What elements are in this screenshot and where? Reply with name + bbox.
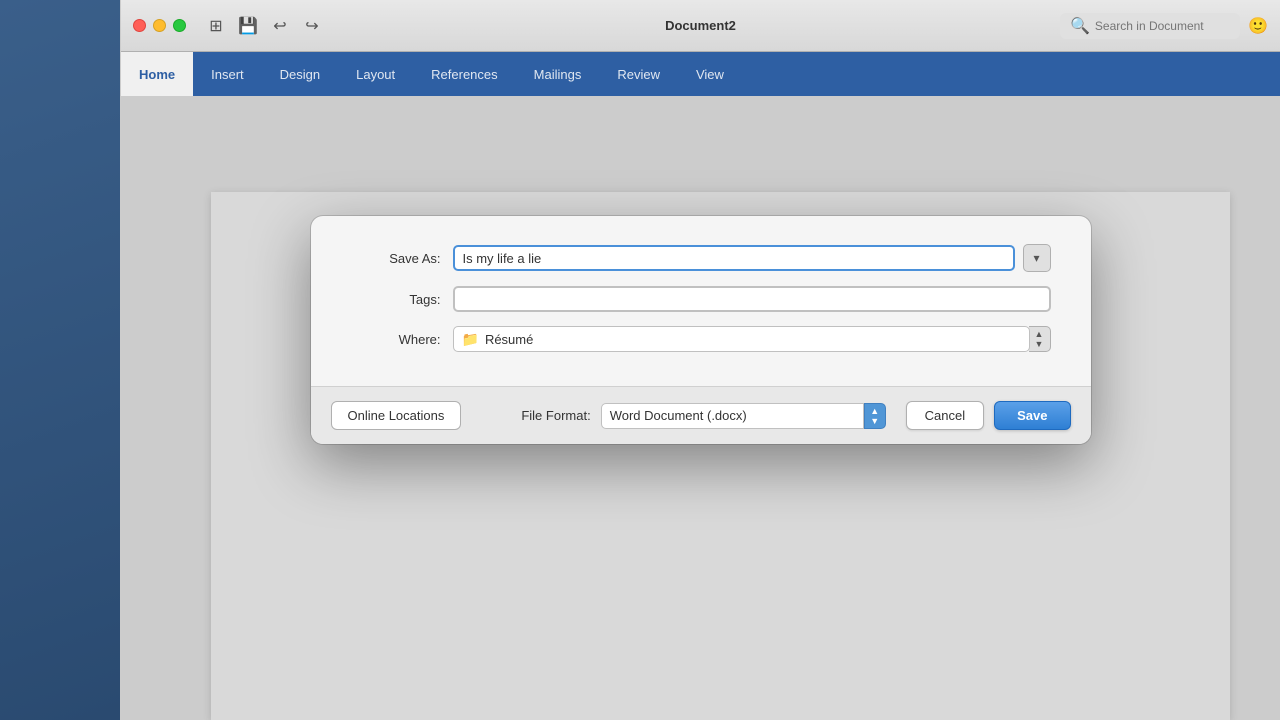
title-bar-right: 🔍 🙂 xyxy=(1060,13,1268,39)
search-icon: 🔍 xyxy=(1070,16,1090,36)
dialog-actions: Cancel Save xyxy=(906,401,1071,430)
mac-window: ⊞ 💾 ↩ ↪ Document2 🔍 🙂 Home Insert Design xyxy=(120,0,1280,720)
tab-design[interactable]: Design xyxy=(262,52,338,96)
dialog-bottom: Online Locations File Format: Word Docum… xyxy=(311,386,1091,444)
format-stepper[interactable]: ▲ ▼ xyxy=(864,403,886,429)
tab-mailings[interactable]: Mailings xyxy=(516,52,600,96)
window-title: Document2 xyxy=(665,18,736,33)
format-chevron-down-icon: ▼ xyxy=(870,416,879,426)
close-button[interactable] xyxy=(133,19,146,32)
online-locations-button[interactable]: Online Locations xyxy=(331,401,462,430)
tab-review[interactable]: Review xyxy=(599,52,678,96)
file-format-label: File Format: xyxy=(521,408,590,423)
save-as-label: Save As: xyxy=(351,251,441,266)
tab-layout[interactable]: Layout xyxy=(338,52,413,96)
format-chevron-up-icon: ▲ xyxy=(870,406,879,416)
format-select[interactable]: Word Document (.docx) xyxy=(601,403,864,429)
traffic-lights xyxy=(133,19,186,32)
save-as-row: Save As: ▾ xyxy=(351,244,1051,272)
maximize-button[interactable] xyxy=(173,19,186,32)
toolbar-icons: ⊞ 💾 ↩ ↪ xyxy=(206,16,322,36)
tags-label: Tags: xyxy=(351,292,441,307)
search-bar[interactable]: 🔍 xyxy=(1060,13,1240,39)
cancel-label: Cancel xyxy=(925,408,965,423)
notebook-icon[interactable]: ⊞ xyxy=(206,16,226,36)
dialog-overlay: Save As: ▾ Tags: Where: xyxy=(121,96,1280,720)
dialog-main: Save As: ▾ Tags: Where: xyxy=(311,216,1091,386)
expand-button[interactable]: ▾ xyxy=(1023,244,1051,272)
save-icon[interactable]: 💾 xyxy=(238,16,258,36)
save-label: Save xyxy=(1017,408,1047,423)
tags-input[interactable] xyxy=(453,286,1051,312)
where-row: Where: 📁 Résumé ▲ ▼ xyxy=(351,326,1051,352)
format-select-wrapper: Word Document (.docx) ▲ ▼ xyxy=(601,403,886,429)
chevron-up-icon: ▲ xyxy=(1035,329,1044,339)
smiley-icon[interactable]: 🙂 xyxy=(1248,16,1268,36)
tab-insert[interactable]: Insert xyxy=(193,52,262,96)
save-dialog: Save As: ▾ Tags: Where: xyxy=(311,216,1091,444)
cancel-button[interactable]: Cancel xyxy=(906,401,984,430)
where-select[interactable]: 📁 Résumé xyxy=(453,326,1030,352)
redo-icon[interactable]: ↪ xyxy=(302,16,322,36)
ribbon: Home Insert Design Layout References Mai… xyxy=(121,52,1280,96)
minimize-button[interactable] xyxy=(153,19,166,32)
undo-icon[interactable]: ↩ xyxy=(270,16,290,36)
tab-home[interactable]: Home xyxy=(121,52,193,96)
tab-references[interactable]: References xyxy=(413,52,515,96)
document-area: Save As: ▾ Tags: Where: xyxy=(121,96,1280,720)
tags-row: Tags: xyxy=(351,286,1051,312)
where-stepper[interactable]: ▲ ▼ xyxy=(1029,326,1051,352)
format-value: Word Document (.docx) xyxy=(610,408,747,423)
search-input[interactable] xyxy=(1095,19,1230,33)
online-locations-label: Online Locations xyxy=(348,408,445,423)
chevron-down-icon: ▼ xyxy=(1035,339,1044,349)
tab-view[interactable]: View xyxy=(678,52,742,96)
chevron-down-icon: ▾ xyxy=(1033,251,1039,265)
where-select-wrapper: 📁 Résumé ▲ ▼ xyxy=(453,326,1051,352)
where-value: Résumé xyxy=(485,332,533,347)
save-as-input[interactable] xyxy=(453,245,1015,271)
sidebar-left xyxy=(0,0,120,720)
save-button[interactable]: Save xyxy=(994,401,1070,430)
title-bar: ⊞ 💾 ↩ ↪ Document2 🔍 🙂 xyxy=(121,0,1280,52)
where-label: Where: xyxy=(351,332,441,347)
folder-icon: 📁 xyxy=(462,331,479,348)
